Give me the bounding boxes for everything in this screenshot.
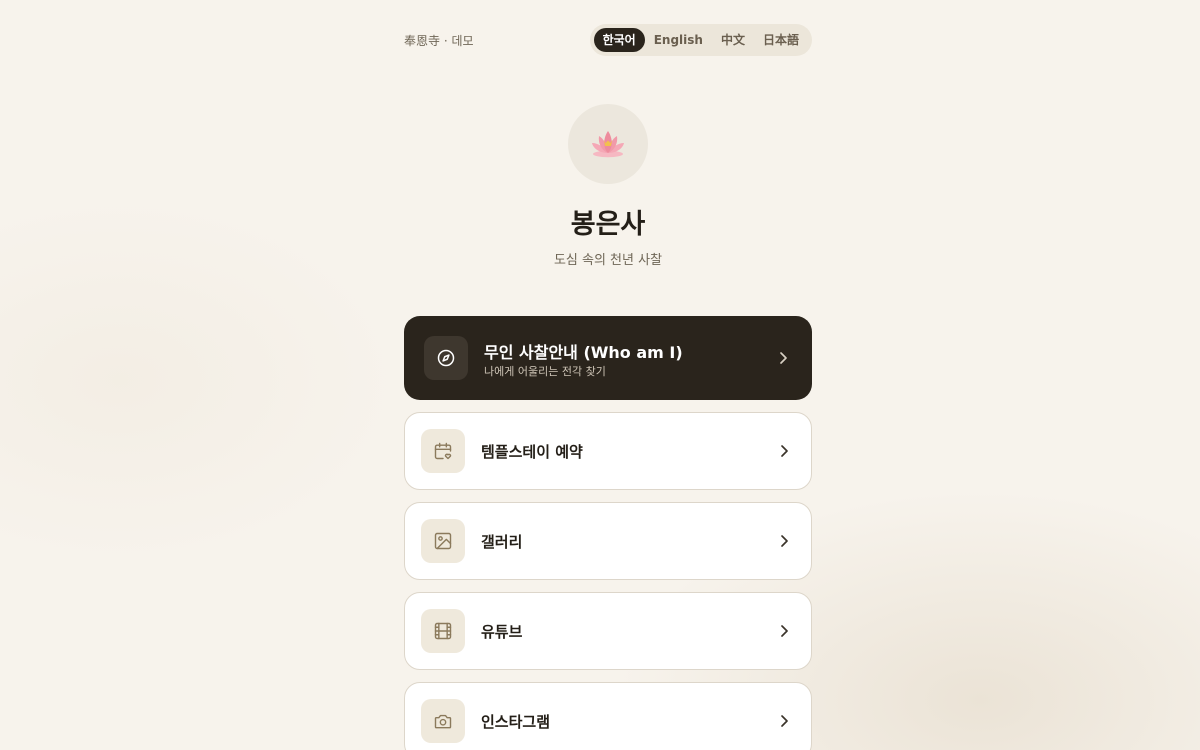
image-icon: [434, 532, 452, 550]
temple-logo: [568, 104, 648, 184]
menu-card-youtube[interactable]: 유튜브: [404, 592, 812, 670]
page-subtitle: 도심 속의 천년 사찰: [553, 253, 663, 268]
lang-button-ja[interactable]: 日本語: [754, 28, 808, 52]
menu-card-guide[interactable]: 무인 사찰안내 (Who am I) 나에게 어울리는 전각 찾기: [404, 316, 812, 400]
card-title: 갤러리: [481, 533, 523, 551]
card-icon-box: [421, 429, 465, 473]
menu-card-gallery[interactable]: 갤러리: [404, 502, 812, 580]
film-icon: [434, 622, 452, 640]
card-title: 인스타그램: [481, 713, 551, 731]
card-title: 무인 사찰안내 (Who am I): [484, 343, 683, 362]
lang-button-zh[interactable]: 中文: [712, 28, 754, 52]
lotus-icon: [592, 131, 624, 158]
chevron-right-icon: [781, 715, 788, 727]
brand-label: 奉恩寺 · 데모: [404, 34, 474, 48]
card-icon-box: [421, 519, 465, 563]
card-subtitle: 나에게 어울리는 전각 찾기: [484, 365, 606, 378]
lang-button-ko[interactable]: 한국어: [593, 28, 645, 52]
card-title: 유튜브: [481, 623, 523, 641]
top-bar: 奉恩寺 · 데모 한국어 English 中文 日本語: [404, 24, 812, 56]
chevron-right-icon: [781, 625, 788, 637]
chevron-right-icon: [781, 445, 788, 457]
lang-button-en[interactable]: English: [645, 28, 712, 52]
card-icon-box: [421, 699, 465, 743]
compass-icon: [437, 349, 455, 367]
language-switcher: 한국어 English 中文 日本語: [589, 24, 812, 56]
menu-card-instagram[interactable]: 인스타그램: [404, 682, 812, 750]
card-title: 템플스테이 예약: [481, 443, 583, 461]
page-title: 봉은사: [570, 209, 646, 240]
camera-icon: [434, 714, 452, 729]
card-icon-box: [424, 336, 468, 380]
card-icon-box: [421, 609, 465, 653]
main-container: 奉恩寺 · 데모 한국어 English 中文 日本語 봉은사 도심 속의 천년…: [404, 0, 812, 750]
chevron-right-icon: [780, 352, 787, 364]
chevron-right-icon: [781, 535, 788, 547]
calendar-heart-icon: [434, 442, 452, 460]
menu-card-templestay[interactable]: 템플스테이 예약: [404, 412, 812, 490]
